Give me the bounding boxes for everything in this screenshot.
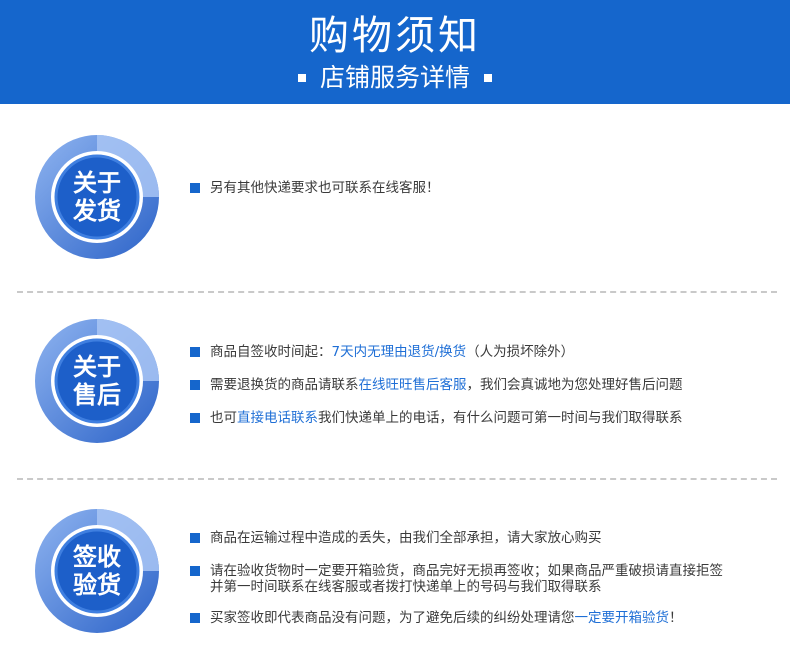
section-inspection: 签收 验货 商品在运输过程中造成的丢失，由我们全部承担，请大家放心购买 请在验收…	[0, 482, 790, 670]
badge-label: 关于 发货	[73, 169, 121, 225]
section-shipping: 关于 发货 另有其他快递要求也可联系在线客服！	[0, 112, 790, 290]
dashed-divider	[17, 291, 777, 293]
list-item: 也可直接电话联系我们快递单上的电话，有什么问题可第一时间与我们取得联系	[190, 410, 683, 426]
badge-label: 签收 验货	[73, 543, 121, 599]
page-subtitle-row: 店铺服务详情	[0, 62, 790, 94]
section-badge: 签收 验货	[34, 508, 160, 634]
square-bullet-icon	[190, 413, 200, 423]
square-bullet-icon	[190, 347, 200, 357]
list-item: 请在验收货物时一定要开箱验货，商品完好无损再签收；如果商品严重破损请直接拒签 并…	[190, 563, 723, 595]
list-item: 商品在运输过程中造成的丢失，由我们全部承担，请大家放心购买	[190, 530, 723, 546]
section-after-sales: 关于 售后 商品自签收时间起：7天内无理由退货/换货（人为损坏除外） 需要退换货…	[0, 296, 790, 476]
square-bullet-icon	[190, 183, 200, 193]
section-badge: 关于 发货	[34, 134, 160, 260]
section-items: 另有其他快递要求也可联系在线客服！	[190, 180, 440, 196]
list-item: 另有其他快递要求也可联系在线客服！	[190, 180, 440, 196]
page-subtitle: 店铺服务详情	[319, 63, 470, 92]
square-bullet-icon	[190, 566, 200, 576]
square-bullet-icon	[190, 613, 200, 623]
page-title: 购物须知	[309, 13, 481, 59]
page-header: 购物须知 店铺服务详情	[0, 0, 790, 104]
square-bullet-icon	[484, 74, 492, 82]
section-items: 商品自签收时间起：7天内无理由退货/换货（人为损坏除外） 需要退换货的商品请联系…	[190, 344, 683, 426]
list-item: 买家签收即代表商品没有问题，为了避免后续的纠纷处理请您一定要开箱验货！	[190, 610, 723, 626]
dashed-divider	[17, 478, 777, 480]
square-bullet-icon	[190, 533, 200, 543]
badge-label: 关于 售后	[73, 353, 121, 409]
square-bullet-icon	[297, 74, 306, 82]
list-item: 商品自签收时间起：7天内无理由退货/换货（人为损坏除外）	[190, 344, 683, 360]
section-badge: 关于 售后	[34, 318, 160, 444]
section-items: 商品在运输过程中造成的丢失，由我们全部承担，请大家放心购买 请在验收货物时一定要…	[190, 530, 723, 626]
square-bullet-icon	[190, 380, 200, 390]
list-item: 需要退换货的商品请联系在线旺旺售后客服，我们会真诚地为您处理好售后问题	[190, 377, 683, 393]
